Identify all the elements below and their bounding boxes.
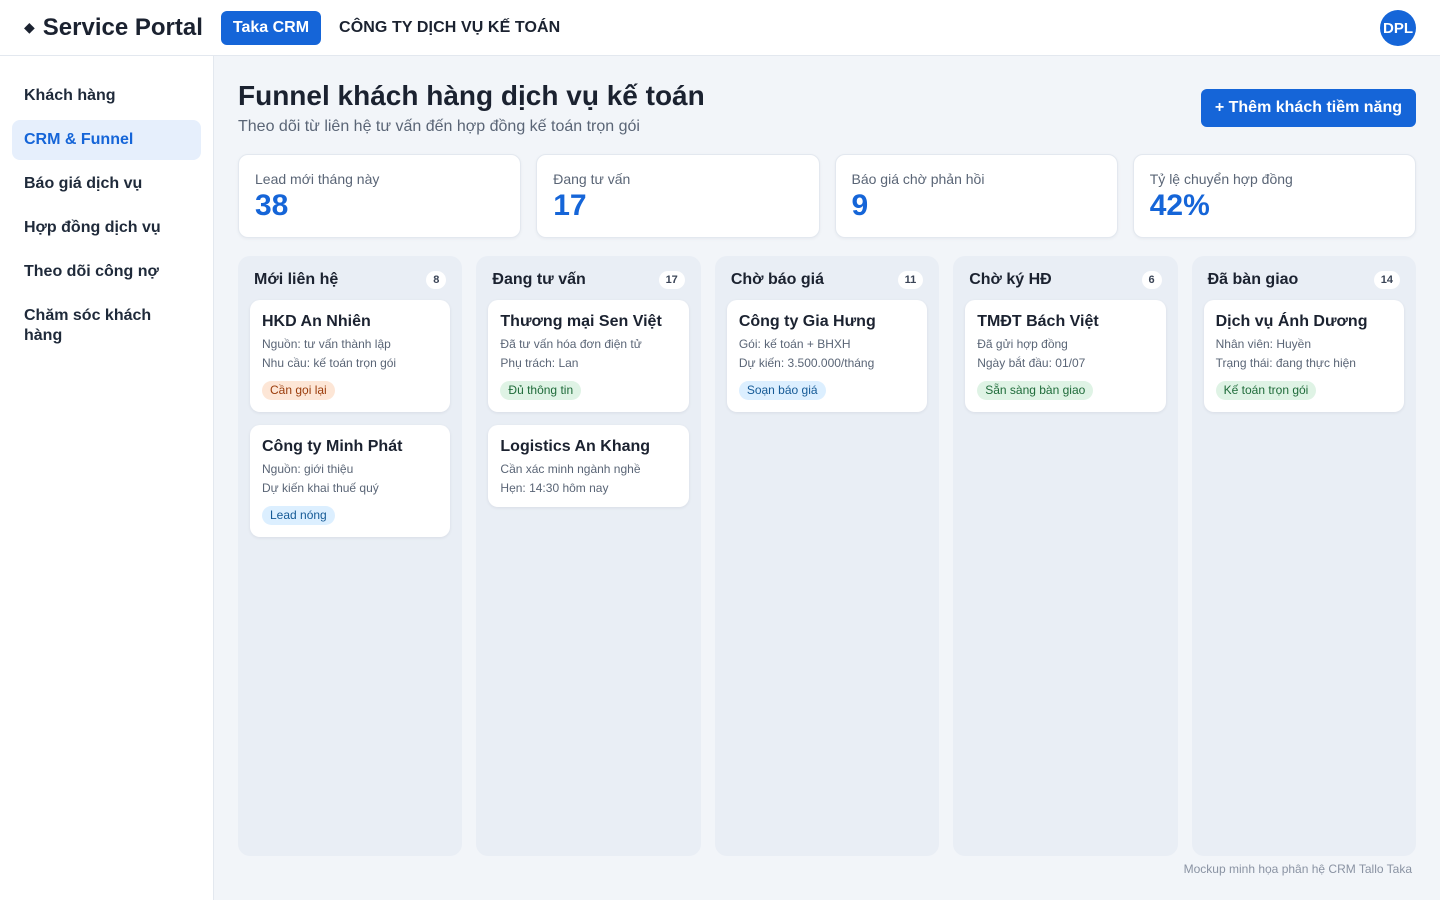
stat-card: Đang tư vấn 17 [536, 154, 820, 238]
status-tag: Cần gọi lại [262, 381, 335, 400]
card-detail: Cần xác minh ngành nghề [500, 462, 641, 476]
card-title: TMĐT Bách Việt [977, 313, 1099, 330]
lead-card[interactable]: Công ty Gia Hưng Gói: kế toán + BHXH Dự … [726, 300, 928, 412]
stat-value: 17 [553, 189, 587, 222]
column-count-badge: 6 [1141, 271, 1162, 289]
card-detail: Dự kiến khai thuế quý [262, 481, 379, 495]
column-count-badge: 14 [1373, 271, 1401, 289]
sidebar: Khách hàng CRM & Funnel Báo giá dịch vụ … [0, 56, 214, 900]
card-title: Thương mại Sen Việt [500, 313, 662, 330]
column-count-badge: 11 [897, 271, 924, 289]
card-title: Công ty Gia Hưng [738, 313, 876, 330]
status-tag: Đủ thông tin [500, 381, 582, 400]
stat-value: 9 [851, 189, 869, 222]
column-header: Đang tư vấn 17 [488, 268, 688, 292]
card-title: Logistics An Khang [500, 438, 651, 455]
card-detail: Đã gửi hợp đồng [977, 337, 1068, 351]
sidebar-item-receivables[interactable]: Theo dõi công nợ [12, 252, 201, 292]
stat-card: Lead mới tháng này 38 [238, 154, 522, 238]
sidebar-item-label: Hợp đồng dịch vụ [24, 219, 161, 236]
sidebar-item-customer-care[interactable]: Chăm sóc khách hàng [12, 296, 201, 356]
sidebar-item-quotes[interactable]: Báo giá dịch vụ [12, 164, 201, 204]
status-tag: Soạn báo giá [738, 381, 826, 400]
column-title: Đang tư vấn [492, 271, 586, 288]
sidebar-item-label: Báo giá dịch vụ [24, 175, 143, 192]
sidebar-item-label: CRM & Funnel [24, 131, 134, 148]
card-detail: Nhân viên: Huyền [1215, 337, 1312, 351]
sidebar-item-label: Khách hàng [24, 87, 116, 104]
add-lead-button[interactable]: + Thêm khách tiềm năng [1200, 89, 1416, 127]
stats-row: Lead mới tháng này 38 Đang tư vấn 17 Báo… [238, 154, 1416, 238]
company-name: CÔNG TY DỊCH VỤ KẾ TOÁN [339, 18, 561, 36]
card-detail: Nguồn: giới thiệu [262, 462, 354, 476]
sidebar-item-contracts[interactable]: Hợp đồng dịch vụ [12, 208, 201, 248]
column-header: Mới liên hệ 8 [250, 268, 450, 292]
card-detail: Đã tư vấn hóa đơn điện tử [500, 337, 642, 351]
stat-card: Báo giá chờ phản hồi 9 [834, 154, 1118, 238]
lead-card[interactable]: Thương mại Sen Việt Đã tư vấn hóa đơn đi… [488, 300, 689, 412]
status-tag: Sẵn sàng bàn giao [977, 381, 1094, 400]
page-title: Funnel khách hàng dịch vụ kế toán [238, 80, 705, 111]
kanban-column-awaiting-quote: Chờ báo giá 11 Công ty Gia Hưng Gói: kế … [714, 256, 940, 856]
card-detail: Dự kiến: 3.500.000/tháng [738, 356, 875, 370]
kanban-column-consulting: Đang tư vấn 17 Thương mại Sen Việt Đã tư… [476, 256, 701, 856]
column-count-badge: 17 [658, 271, 685, 289]
brand[interactable]: ◆ Service Portal [24, 14, 203, 42]
lead-card[interactable]: HKD An Nhiên Nguồn: tư vấn thành lập Nhu… [250, 300, 451, 412]
card-title: Dịch vụ Ánh Dương [1215, 313, 1368, 330]
column-title: Mới liên hệ [254, 271, 339, 288]
brand-name: Service Portal [42, 13, 203, 41]
stat-label: Lead mới tháng này [255, 171, 380, 187]
status-tag: Lead nóng [262, 506, 335, 525]
sidebar-item-label: Theo dõi công nợ [24, 263, 159, 280]
avatar[interactable]: DPL [1380, 10, 1416, 46]
card-detail: Gói: kế toán + BHXH [738, 337, 851, 351]
lead-card[interactable]: Dịch vụ Ánh Dương Nhân viên: Huyền Trạng… [1203, 300, 1405, 412]
card-detail: Ngày bắt đầu: 01/07 [977, 356, 1086, 370]
footer-note: Mockup minh họa phân hệ CRM Tallo Taka [1183, 862, 1412, 876]
card-detail: Trạng thái: đang thực hiện [1215, 356, 1356, 370]
card-detail: Hẹn: 14:30 hôm nay [500, 481, 609, 495]
stat-card: Tỷ lệ chuyển hợp đồng 42% [1132, 154, 1416, 238]
stat-value: 42% [1149, 189, 1210, 222]
column-header: Chờ báo giá 11 [727, 268, 927, 292]
column-title: Đã bàn giao [1207, 271, 1299, 288]
app-badge[interactable]: Taka CRM [220, 10, 322, 45]
lead-card[interactable]: TMĐT Bách Việt Đã gửi hợp đồng Ngày bắt … [965, 300, 1166, 412]
column-title: Chờ ký HĐ [969, 271, 1052, 288]
card-title: HKD An Nhiên [262, 313, 371, 330]
sidebar-item-crm-funnel[interactable]: CRM & Funnel [12, 120, 201, 160]
kanban-column-handed-over: Đã bàn giao 14 Dịch vụ Ánh Dương Nhân vi… [1191, 256, 1417, 856]
column-title: Chờ báo giá [730, 271, 824, 288]
column-count-badge: 8 [426, 271, 447, 289]
page-subtitle: Theo dõi từ liên hệ tư vấn đến hợp đồng … [238, 118, 640, 135]
card-detail: Phụ trách: Lan [500, 356, 579, 370]
kanban-column-new-contact: Mới liên hệ 8 HKD An Nhiên Nguồn: tư vấn… [238, 256, 463, 856]
top-bar: ◆ Service Portal Taka CRM CÔNG TY DỊCH V… [0, 0, 1440, 56]
diamond-icon: ◆ [24, 19, 35, 35]
kanban-board: Mới liên hệ 8 HKD An Nhiên Nguồn: tư vấn… [238, 256, 1417, 856]
lead-card[interactable]: Logistics An Khang Cần xác minh ngành ng… [488, 425, 689, 507]
sidebar-item-label: Chăm sóc khách hàng [24, 307, 152, 344]
stat-label: Đang tư vấn [553, 171, 631, 187]
column-header: Chờ ký HĐ 6 [965, 268, 1165, 292]
status-tag: Kế toán trọn gói [1215, 381, 1317, 400]
card-title: Công ty Minh Phát [262, 438, 403, 455]
stat-label: Báo giá chờ phản hồi [851, 171, 985, 187]
sidebar-item-customers[interactable]: Khách hàng [12, 76, 201, 116]
column-header: Đã bàn giao 14 [1204, 268, 1404, 292]
main-content: Funnel khách hàng dịch vụ kế toán Theo d… [238, 56, 1417, 900]
lead-card[interactable]: Công ty Minh Phát Nguồn: giới thiệu Dự k… [250, 425, 451, 537]
stat-value: 38 [255, 189, 289, 222]
kanban-column-awaiting-contract: Chờ ký HĐ 6 TMĐT Bách Việt Đã gửi hợp đồ… [953, 256, 1178, 856]
card-detail: Nhu cầu: kế toán trọn gói [262, 356, 397, 370]
stat-label: Tỷ lệ chuyển hợp đồng [1149, 171, 1293, 187]
card-detail: Nguồn: tư vấn thành lập [262, 337, 391, 351]
